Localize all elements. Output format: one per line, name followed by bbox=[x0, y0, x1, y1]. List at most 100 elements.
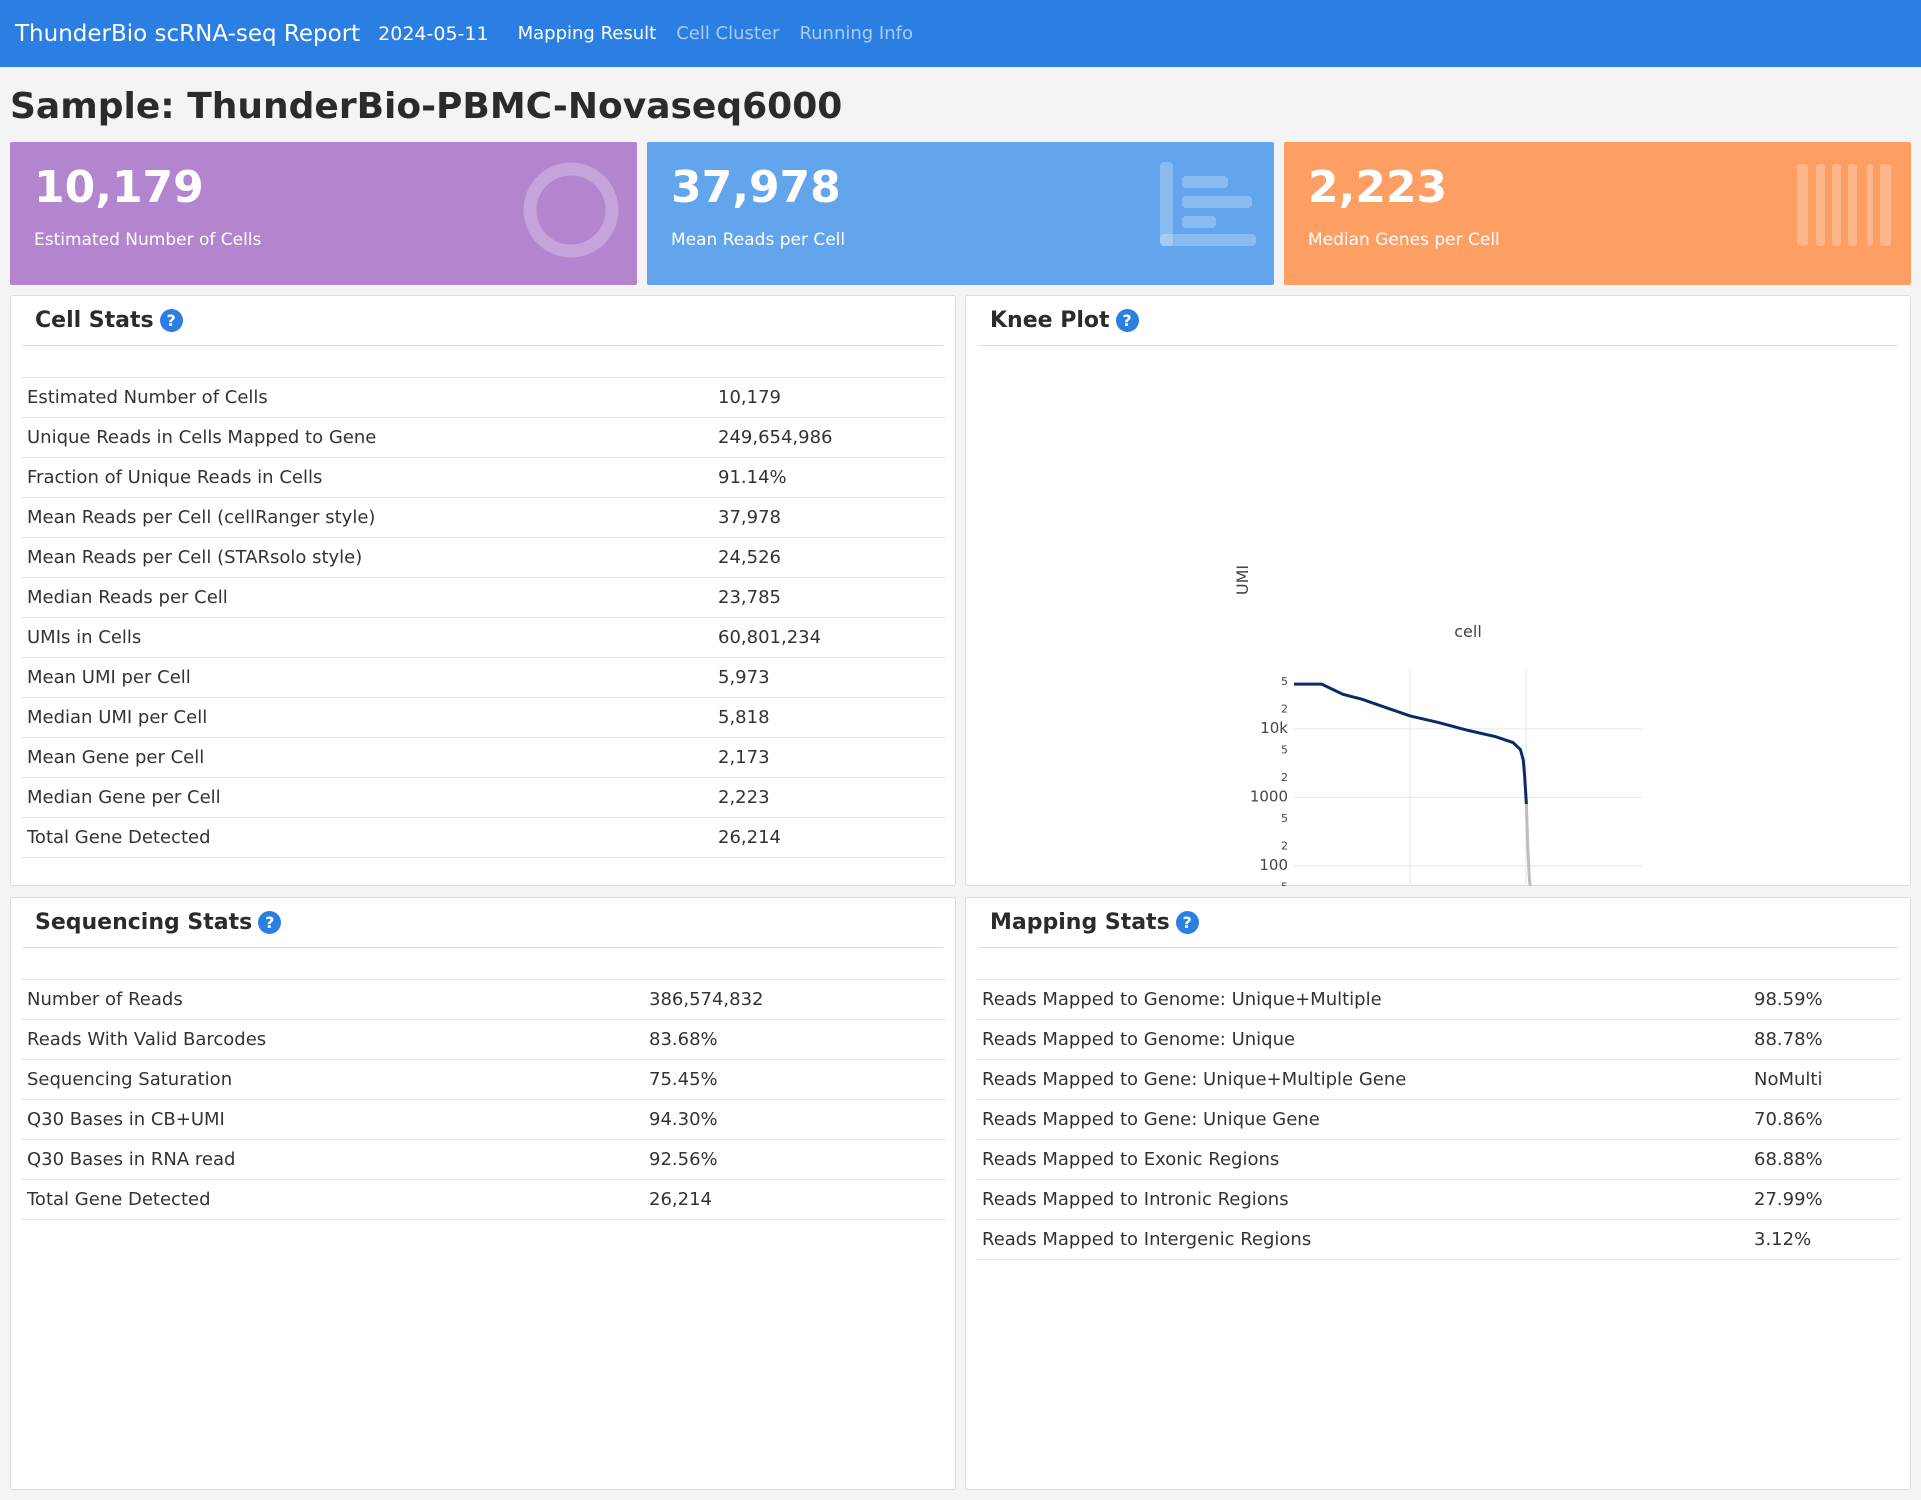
row-value: 94.30% bbox=[643, 1099, 945, 1140]
row-label: Mean UMI per Cell bbox=[21, 657, 712, 698]
row-value: 27.99% bbox=[1748, 1179, 1900, 1220]
row-label: Total Gene Detected bbox=[21, 1179, 643, 1220]
row-value: 26,214 bbox=[643, 1179, 945, 1220]
table-row: Median Reads per Cell 23,785 bbox=[21, 577, 945, 618]
row-value: 5,818 bbox=[712, 697, 945, 738]
row-label: Total Gene Detected bbox=[21, 817, 712, 858]
row-value: 37,978 bbox=[712, 497, 945, 538]
y-tick-label: 2 bbox=[1281, 702, 1288, 715]
cell-stats-table: Estimated Number of Cells 10,179 Unique R… bbox=[21, 377, 945, 858]
table-row: Median UMI per Cell 5,818 bbox=[21, 697, 945, 738]
row-label: Median Gene per Cell bbox=[21, 777, 712, 818]
row-value: 249,654,986 bbox=[712, 417, 945, 458]
row-value: 75.45% bbox=[643, 1059, 945, 1100]
row-value: 83.68% bbox=[643, 1019, 945, 1060]
card-title: Mapping Stats bbox=[990, 910, 1170, 935]
table-row: Mean UMI per Cell 5,973 bbox=[21, 657, 945, 698]
card-title: Sequencing Stats bbox=[35, 910, 253, 935]
table-row: Total Gene Detected 26,214 bbox=[21, 1179, 945, 1220]
tile-value: 10,179 bbox=[34, 162, 204, 213]
row-value: 98.59% bbox=[1748, 979, 1900, 1020]
row-value: 386,574,832 bbox=[643, 979, 945, 1020]
top-navbar: ThunderBio scRNA-seq Report 2024-05-11 M… bbox=[0, 0, 1921, 67]
help-icon[interactable]: ? bbox=[1175, 911, 1199, 934]
table-row: Reads Mapped to Exonic Regions 68.88% bbox=[976, 1139, 1900, 1180]
card-header: Mapping Stats ? bbox=[978, 898, 1898, 948]
row-label: Median Reads per Cell bbox=[21, 577, 712, 618]
nav-running-info[interactable]: Running Info bbox=[799, 23, 913, 44]
tile-estimated-cells: 10,179 Estimated Number of Cells bbox=[10, 142, 637, 285]
row-label: Reads Mapped to Genome: Unique+Multiple bbox=[976, 979, 1748, 1020]
table-row: Q30 Bases in CB+UMI 94.30% bbox=[21, 1099, 945, 1140]
row-label: Reads Mapped to Gene: Unique Gene bbox=[976, 1099, 1748, 1140]
y-tick-label: 2 bbox=[1281, 839, 1288, 852]
tile-median-genes: 2,223 Median Genes per Cell bbox=[1284, 142, 1911, 285]
card-header: Sequencing Stats ? bbox=[23, 898, 943, 948]
row-value: 3.12% bbox=[1748, 1219, 1900, 1260]
help-icon[interactable]: ? bbox=[1115, 309, 1139, 332]
chart-series bbox=[1294, 682, 1532, 886]
ring-icon bbox=[523, 162, 619, 258]
row-label: UMIs in Cells bbox=[21, 617, 712, 658]
row-label: Fraction of Unique Reads in Cells bbox=[21, 457, 712, 498]
table-row: Unique Reads in Cells Mapped to Gene 249,… bbox=[21, 417, 945, 458]
y-tick-label: 5 bbox=[1281, 744, 1288, 757]
card-title: Cell Stats bbox=[35, 308, 154, 333]
table-row: Reads Mapped to Intergenic Regions 3.12% bbox=[976, 1219, 1900, 1260]
table-row: Mean Gene per Cell 2,173 bbox=[21, 737, 945, 778]
help-icon[interactable]: ? bbox=[258, 911, 282, 934]
y-tick-label: 100 bbox=[1259, 856, 1288, 874]
table-row: Reads Mapped to Gene: Unique+Multiple Ge… bbox=[976, 1059, 1900, 1100]
app-brand[interactable]: ThunderBio scRNA-seq Report bbox=[15, 21, 360, 47]
tile-value: 37,978 bbox=[671, 162, 841, 213]
row-label: Mean Reads per Cell (cellRanger style) bbox=[21, 497, 712, 538]
y-tick-label: 10k bbox=[1260, 719, 1288, 737]
y-tick-label: 5 bbox=[1281, 675, 1288, 688]
row-value: 26,214 bbox=[712, 817, 945, 858]
row-label: Reads Mapped to Gene: Unique+Multiple Ge… bbox=[976, 1059, 1748, 1100]
table-row: Reads Mapped to Intronic Regions 27.99% bbox=[976, 1179, 1900, 1220]
help-icon[interactable]: ? bbox=[159, 309, 183, 332]
row-label: Unique Reads in Cells Mapped to Gene bbox=[21, 417, 712, 458]
knee-plot-chart[interactable]: 12510251002510002510k25 110010k cell UMI bbox=[966, 356, 1912, 886]
row-label: Reads Mapped to Intergenic Regions bbox=[976, 1219, 1748, 1260]
nav-cell-cluster[interactable]: Cell Cluster bbox=[676, 23, 779, 44]
page-title: Sample: ThunderBio-PBMC-Novaseq6000 bbox=[10, 86, 843, 127]
row-label: Sequencing Saturation bbox=[21, 1059, 643, 1100]
row-value: 10,179 bbox=[712, 377, 945, 418]
card-title: Knee Plot bbox=[990, 308, 1110, 333]
row-value: 88.78% bbox=[1748, 1019, 1900, 1060]
x-axis-label: cell bbox=[1454, 622, 1482, 641]
chart-grid bbox=[1294, 669, 1642, 886]
table-row: Reads Mapped to Genome: Unique 88.78% bbox=[976, 1019, 1900, 1060]
row-label: Q30 Bases in RNA read bbox=[21, 1139, 643, 1180]
table-row: Sequencing Saturation 75.45% bbox=[21, 1059, 945, 1100]
table-row: Estimated Number of Cells 10,179 bbox=[21, 377, 945, 418]
barcode-icon bbox=[1797, 164, 1891, 246]
mapping-stats-card: Mapping Stats ? Reads Mapped to Genome: … bbox=[965, 897, 1911, 1490]
row-value: 24,526 bbox=[712, 537, 945, 578]
sequencing-stats-table: Number of Reads 386,574,832 Reads With Va… bbox=[21, 979, 945, 1220]
table-row: Total Gene Detected 26,214 bbox=[21, 817, 945, 858]
row-value: 23,785 bbox=[712, 577, 945, 618]
table-row: Mean Reads per Cell (cellRanger style) 37… bbox=[21, 497, 945, 538]
row-label: Mean Gene per Cell bbox=[21, 737, 712, 778]
report-date: 2024-05-11 bbox=[378, 22, 489, 45]
knee-plot-card: Knee Plot ? 12510251002510002510k25 1100… bbox=[965, 295, 1911, 886]
knee-series-background bbox=[1524, 804, 1532, 886]
card-header: Cell Stats ? bbox=[23, 296, 943, 346]
tile-label: Mean Reads per Cell bbox=[671, 230, 846, 250]
row-value: 92.56% bbox=[643, 1139, 945, 1180]
row-label: Q30 Bases in CB+UMI bbox=[21, 1099, 643, 1140]
row-value: 2,173 bbox=[712, 737, 945, 778]
row-label: Reads Mapped to Intronic Regions bbox=[976, 1179, 1748, 1220]
y-axis-ticks: 12510251002510002510k25 bbox=[1250, 675, 1288, 886]
y-axis-label: UMI bbox=[1233, 565, 1252, 595]
tile-value: 2,223 bbox=[1308, 162, 1448, 213]
tile-label: Median Genes per Cell bbox=[1308, 230, 1500, 250]
row-label: Mean Reads per Cell (STARsolo style) bbox=[21, 537, 712, 578]
sequencing-stats-card: Sequencing Stats ? Number of Reads 386,57… bbox=[10, 897, 956, 1490]
tile-mean-reads: 37,978 Mean Reads per Cell bbox=[647, 142, 1274, 285]
nav-mapping-result[interactable]: Mapping Result bbox=[518, 23, 657, 44]
table-row: Median Gene per Cell 2,223 bbox=[21, 777, 945, 818]
